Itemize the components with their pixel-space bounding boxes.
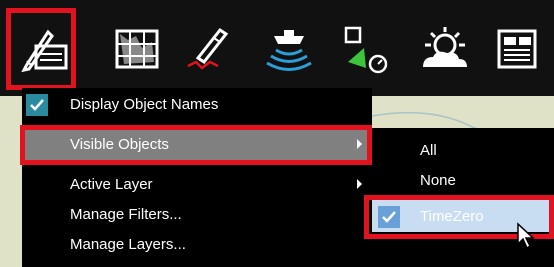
data-panel-button[interactable]: [486, 14, 548, 84]
weather-button[interactable]: [412, 14, 474, 84]
route-pen-icon: [187, 27, 229, 70]
toolbar: [0, 0, 554, 96]
submenu-item-all[interactable]: All: [372, 134, 554, 166]
sonar-boat-icon: [266, 30, 312, 71]
menu-item-label: Display Object Names: [70, 96, 219, 113]
data-panel-icon: [497, 29, 537, 69]
target-select-button[interactable]: [334, 14, 396, 84]
route-pen-button[interactable]: [178, 14, 240, 84]
sonar-boat-button[interactable]: [258, 14, 320, 84]
menu-item-manage-layers[interactable]: Manage Layers...: [22, 230, 372, 260]
menu-item-label: Manage Layers...: [70, 236, 186, 253]
highlight-frame-visible-objects: [20, 125, 372, 165]
submenu-arrow-icon: [357, 179, 362, 189]
object-context-menu: Display Object Names Visible Objects Act…: [22, 88, 372, 267]
menu-item-active-layer[interactable]: Active Layer: [22, 170, 372, 200]
submenu-item-label: All: [420, 142, 437, 159]
menu-item-display-object-names[interactable]: Display Object Names: [22, 90, 372, 120]
chart-tiles-button[interactable]: [106, 14, 168, 84]
checkmark-icon: [26, 94, 48, 116]
submenu-item-none[interactable]: None: [372, 164, 554, 196]
menu-item-label: Manage Filters...: [70, 206, 182, 223]
weather-sun-cloud-icon: [423, 27, 467, 67]
chart-tiles-icon: [115, 29, 159, 69]
highlight-frame-toolbar: [6, 8, 76, 90]
submenu-item-label: None: [420, 172, 456, 189]
menu-item-manage-filters[interactable]: Manage Filters...: [22, 200, 372, 230]
target-select-icon: [344, 26, 388, 74]
mouse-pointer-icon: [517, 222, 535, 250]
menu-item-label: Active Layer: [70, 176, 153, 193]
